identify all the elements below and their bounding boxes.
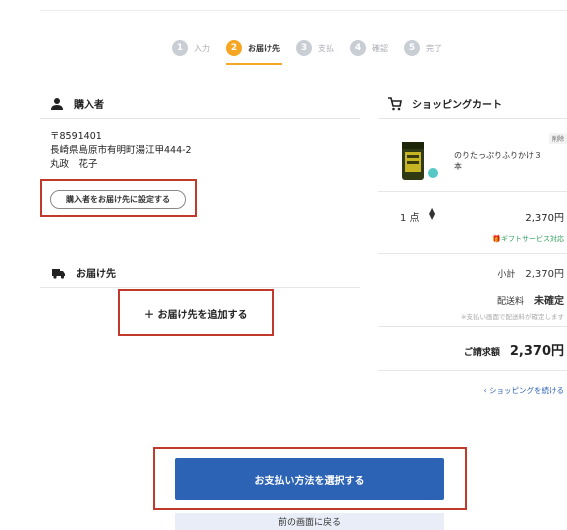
back-button[interactable]: 前の画面に戻る	[175, 513, 444, 530]
set-as-delivery-button[interactable]: 購入者をお届け先に設定する	[50, 190, 186, 209]
step-delivery: 2 お届け先	[226, 40, 282, 65]
cart-divider	[378, 253, 567, 254]
step-label: 入力	[194, 43, 210, 53]
step-complete: 5 完了	[404, 40, 442, 56]
cart-divider	[378, 118, 567, 119]
step-number: 5	[404, 40, 420, 56]
cart-divider	[378, 191, 567, 192]
step-number: 4	[350, 40, 366, 56]
total-label: ご請求額	[463, 348, 500, 358]
updown-arrow-icon[interactable]: ▲ ▼	[429, 207, 435, 221]
item-price: 2,370円	[525, 213, 564, 224]
buyer-postal: 〒8591401	[50, 131, 102, 142]
total-value: 2,370円	[509, 344, 564, 359]
add-delivery-button[interactable]: ＋ お届け先を追加する	[144, 306, 247, 321]
delivery-divider	[40, 287, 360, 288]
shipping-note: ※支払い画面で配送料が確定します	[461, 313, 564, 321]
buyer-section-title: 購入者	[50, 96, 104, 111]
buyer-name: 丸政 花子	[50, 159, 98, 170]
product-name: のりたっぷりふりかけ３本	[454, 151, 542, 171]
step-confirm: 4 確認	[350, 40, 388, 56]
person-icon	[51, 97, 63, 110]
delivery-section-title: お届け先	[52, 265, 116, 280]
total-row: ご請求額 2,370円	[464, 340, 564, 359]
delivery-title: お届け先	[76, 269, 116, 280]
step-number: 1	[172, 40, 188, 56]
select-payment-button[interactable]: お支払い方法を選択する	[175, 458, 444, 500]
cart-divider	[378, 370, 567, 371]
cart-divider	[378, 326, 567, 327]
step-label: 確認	[372, 43, 388, 53]
step-payment: 3 支払	[296, 40, 334, 56]
shipping-row: 配送料 未確定	[497, 292, 564, 307]
cart-icon	[388, 96, 402, 110]
delete-item-button[interactable]: 削除	[549, 133, 567, 144]
quantity-select[interactable]: 1 点	[400, 209, 420, 224]
subtotal-label: 小計	[497, 270, 516, 280]
step-number: 3	[296, 40, 312, 56]
cart-title: ショッピングカート	[412, 100, 502, 111]
shipping-label: 配送料	[496, 297, 524, 307]
buyer-address: 長崎県島原市有明町湯江甲444-2	[50, 145, 192, 156]
step-label: お届け先	[248, 43, 280, 53]
continue-shopping-link[interactable]: ‹ ショッピングを続ける	[484, 385, 564, 396]
step-label: 支払	[318, 43, 334, 53]
buyer-divider	[40, 118, 360, 119]
step-number: 2	[226, 40, 242, 56]
checkout-steps: 1 入力 2 お届け先 3 支払 4 確認 5 完了	[172, 40, 458, 65]
step-label: 完了	[426, 43, 442, 53]
top-divider	[40, 10, 567, 11]
subtotal-row: 小計 2,370円	[497, 265, 564, 280]
truck-icon	[52, 268, 65, 279]
step-input: 1 入力	[172, 40, 210, 56]
buyer-info: 〒8591401 長崎県島原市有明町湯江甲444-2 丸政 花子	[50, 130, 192, 172]
product-image	[402, 142, 438, 180]
shipping-value: 未確定	[534, 296, 564, 307]
cart-section-title: ショッピングカート	[388, 96, 502, 111]
subtotal-value: 2,370円	[525, 269, 564, 280]
gift-service-label: 🎁ギフトサービス対応	[492, 235, 564, 243]
buyer-title: 購入者	[74, 100, 104, 111]
